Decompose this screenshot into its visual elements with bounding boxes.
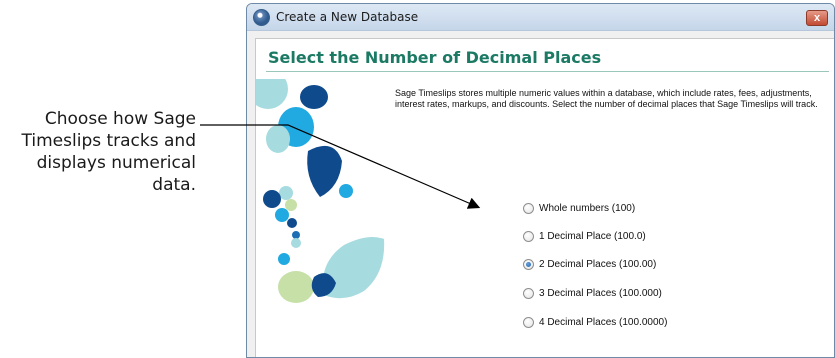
option-label: 1 Decimal Place (100.0) (539, 231, 646, 242)
art-shape (291, 238, 301, 248)
radio-button[interactable] (523, 203, 534, 214)
callout-line: Timeslips tracks and (21, 131, 196, 151)
radio-button[interactable] (523, 288, 534, 299)
title-bar[interactable]: Create a New Database x (247, 4, 834, 31)
decorative-art (256, 79, 385, 303)
option-4-decimals[interactable]: 4 Decimal Places (100.0000) (523, 316, 743, 330)
option-label: 3 Decimal Places (100.000) (539, 288, 662, 299)
art-shape (278, 253, 290, 265)
heading-divider (266, 71, 829, 72)
callout-text: Choose how Sage Timeslips tracks and dis… (0, 108, 196, 196)
art-shape (307, 145, 342, 197)
dialog-window: Create a New Database x Select the Numbe… (246, 3, 835, 358)
art-shape (292, 231, 300, 239)
art-shape (287, 218, 297, 228)
option-2-decimals[interactable]: 2 Decimal Places (100.00) (523, 258, 743, 272)
option-label: 4 Decimal Places (100.0000) (539, 317, 668, 328)
art-shape (285, 199, 297, 211)
callout-line: displays numerical (36, 153, 196, 173)
option-3-decimals[interactable]: 3 Decimal Places (100.000) (523, 287, 743, 301)
option-label: 2 Decimal Places (100.00) (539, 259, 657, 270)
art-shape (279, 186, 293, 200)
art-shape (278, 271, 314, 303)
sage-app-icon (253, 9, 270, 26)
wizard-content: Select the Number of Decimal Places Sage… (255, 38, 834, 357)
window-title: Create a New Database (276, 10, 419, 24)
art-shape (300, 85, 328, 109)
page-title: Select the Number of Decimal Places (268, 48, 602, 67)
radio-button[interactable] (523, 317, 534, 328)
option-1-decimal[interactable]: 1 Decimal Place (100.0) (523, 230, 743, 244)
radio-button[interactable] (523, 231, 534, 242)
radio-button-selected[interactable] (523, 259, 534, 270)
callout-line: Choose how Sage (44, 109, 196, 129)
close-button[interactable]: x (806, 10, 828, 26)
callout-line: data. (152, 175, 196, 195)
option-label: Whole numbers (100) (539, 203, 636, 214)
description-text: Sage Timeslips stores multiple numeric v… (395, 88, 818, 109)
art-shape (266, 125, 290, 153)
art-shape (339, 184, 353, 198)
art-shape (275, 208, 289, 222)
art-shape (263, 190, 281, 208)
option-whole-numbers[interactable]: Whole numbers (100) (523, 202, 743, 216)
art-shape (256, 79, 288, 109)
